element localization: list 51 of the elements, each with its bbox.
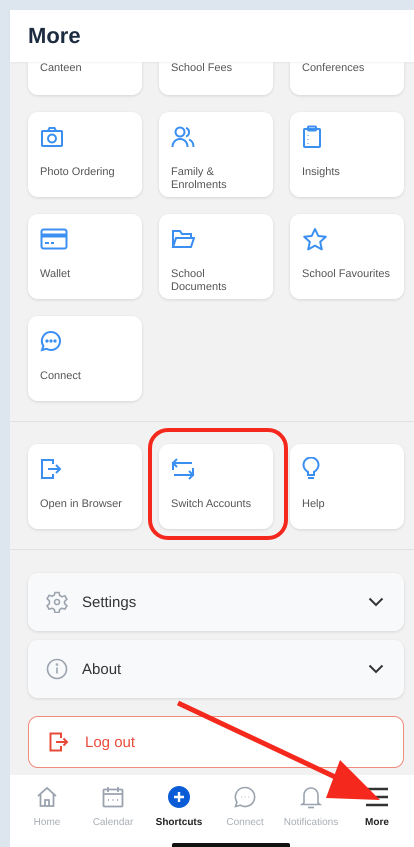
action-tile[interactable]: Open in Browser (28, 444, 142, 529)
tile-label: Connect (40, 370, 82, 383)
collapsible-section[interactable]: Settings (28, 573, 404, 631)
card-icon (40, 228, 68, 250)
calendar-icon (102, 786, 124, 808)
star-icon (302, 226, 328, 252)
section-label: About (82, 660, 122, 678)
tile-label: Switch Accounts (171, 498, 252, 511)
settings-icon (46, 591, 68, 613)
shortcut-tile[interactable]: Wallet (28, 214, 142, 299)
exit-icon (49, 732, 69, 752)
shortcut-tile[interactable]: School Favourites (290, 214, 404, 299)
action-tile[interactable]: Switch Accounts (159, 444, 273, 529)
tile-label: Help (302, 498, 326, 511)
tile-label: School Favourites (302, 268, 392, 281)
collapsible-section[interactable]: About (28, 640, 404, 698)
tile-label: Open in Browser (40, 498, 123, 511)
tile-label: Canteen (40, 62, 83, 75)
shortcut-tile[interactable]: Insights (290, 112, 404, 197)
camera-icon (40, 126, 64, 148)
tile-label: Family & Enrolments (171, 166, 228, 192)
folder-icon (171, 229, 195, 249)
logout-button[interactable]: Log out (28, 716, 404, 768)
lightbulb-icon (302, 457, 320, 481)
plus-circle-icon (168, 786, 190, 808)
page-title: More (28, 23, 81, 49)
tab-item[interactable]: Shortcuts (146, 775, 212, 847)
action-tile[interactable]: Help (290, 444, 404, 529)
shortcut-tile[interactable]: Photo Ordering (28, 112, 142, 197)
shortcut-tile[interactable]: Conferences (290, 62, 404, 95)
tile-label: Wallet (40, 268, 72, 281)
shortcut-tile[interactable]: Family & Enrolments (159, 112, 273, 197)
exit-icon (40, 458, 62, 480)
info-icon (46, 658, 68, 680)
tile-label: Conferences (302, 62, 366, 75)
section-label: Settings (82, 594, 138, 610)
shortcut-tile[interactable]: School Documents (159, 214, 273, 299)
swap-arrows-icon (171, 458, 195, 480)
shortcut-tile[interactable]: Connect (28, 316, 142, 401)
clipboard-icon (302, 125, 322, 149)
tile-label: School Fees (171, 62, 234, 75)
chat-bubble-icon (234, 786, 256, 808)
shortcut-tile[interactable]: Canteen (28, 62, 142, 95)
shortcut-tile[interactable]: School Fees (159, 62, 273, 95)
bell-icon (300, 785, 322, 809)
home-icon (36, 786, 58, 808)
people-icon (171, 125, 195, 149)
chat-bubble-icon (40, 330, 62, 352)
tile-label: Photo Ordering (40, 166, 116, 179)
tile-label: Insights (302, 166, 341, 179)
tile-label: School Documents (171, 268, 228, 294)
